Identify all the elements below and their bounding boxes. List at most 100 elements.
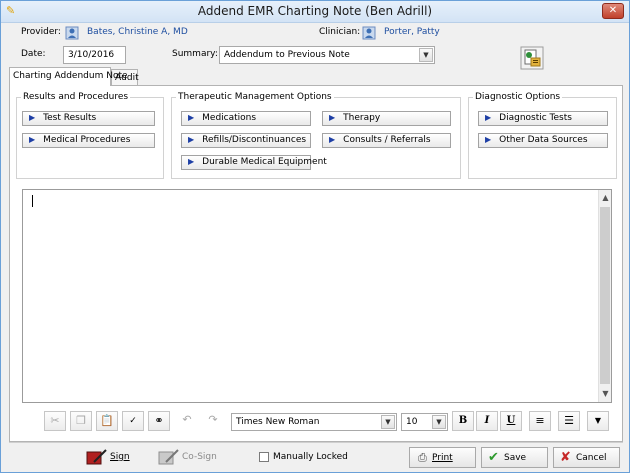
play-icon: ▶ — [188, 157, 195, 166]
find-button[interactable]: ⚭ — [148, 411, 170, 431]
paste-icon: 📋 — [100, 414, 114, 427]
clinician-lookup-icon[interactable] — [362, 25, 376, 40]
title-bar[interactable]: ✎ Addend EMR Charting Note (Ben Adrill) … — [1, 1, 629, 23]
print-label: Print — [432, 453, 453, 463]
test-results-button[interactable]: ▶ Test Results — [22, 111, 155, 126]
copy-button[interactable]: ❐ — [70, 411, 92, 431]
other-data-sources-button[interactable]: ▶ Other Data Sources — [478, 133, 608, 148]
therapy-button[interactable]: ▶ Therapy — [322, 111, 451, 126]
refills-discontinuances-button[interactable]: ▶ Refills/Discontinuances — [181, 133, 311, 148]
window-title: Addend EMR Charting Note (Ben Adrill) — [197, 4, 433, 18]
date-field[interactable]: 3/10/2016 — [63, 46, 126, 64]
more-options-button[interactable]: ▼ — [587, 411, 609, 431]
close-button[interactable]: ✕ — [602, 3, 624, 19]
refills-label: Refills/Discontinuances — [202, 135, 307, 145]
results-group-title: Results and Procedures — [21, 92, 131, 102]
diagnostic-tests-label: Diagnostic Tests — [499, 113, 572, 123]
play-icon: ▶ — [485, 113, 492, 122]
play-icon: ▶ — [188, 113, 195, 122]
sign-button[interactable]: Sign — [86, 447, 150, 468]
diagnostic-tests-button[interactable]: ▶ Diagnostic Tests — [478, 111, 608, 126]
summary-value: Addendum to Previous Note — [224, 50, 350, 60]
editor-vertical-scrollbar[interactable]: ▲ ▼ — [598, 190, 611, 402]
align-button[interactable]: ≡ — [529, 411, 551, 431]
print-button[interactable]: ⎙ Print — [409, 447, 476, 468]
play-icon: ▶ — [188, 135, 195, 144]
spellcheck-button[interactable]: ✓ — [122, 411, 144, 431]
test-results-label: Test Results — [43, 113, 97, 123]
provider-name[interactable]: Bates, Christine A, MD — [87, 27, 188, 37]
sign-label: Sign — [110, 452, 130, 462]
therapy-label: Therapy — [343, 113, 381, 123]
save-button[interactable]: ✔ Save — [481, 447, 548, 468]
redo-icon: ↷ — [208, 413, 218, 426]
text-caret — [32, 195, 33, 207]
play-icon: ▶ — [485, 135, 492, 144]
close-icon: ✕ — [608, 5, 618, 16]
scrollbar-thumb[interactable] — [600, 207, 610, 384]
font-size-select[interactable]: 10 ▼ — [401, 413, 448, 431]
provider-lookup-icon[interactable] — [65, 25, 79, 40]
clinician-label: Clinician: — [319, 27, 361, 37]
underline-button[interactable]: U — [500, 411, 522, 431]
font-size-value: 10 — [406, 417, 418, 427]
provider-label: Provider: — [21, 27, 61, 37]
copy-icon: ❐ — [76, 414, 86, 427]
consults-referrals-button[interactable]: ▶ Consults / Referrals — [322, 133, 451, 148]
cosign-icon — [158, 449, 179, 465]
save-label: Save — [504, 453, 527, 463]
medical-procedures-button[interactable]: ▶ Medical Procedures — [22, 133, 155, 148]
chevron-down-icon[interactable]: ▼ — [381, 415, 395, 429]
chevron-down-icon[interactable]: ▼ — [419, 48, 433, 62]
patient-record-icon[interactable] — [520, 46, 544, 70]
play-icon: ▶ — [29, 135, 36, 144]
scroll-down-icon[interactable]: ▼ — [599, 389, 612, 398]
font-name-select[interactable]: Times New Roman ▼ — [231, 413, 397, 431]
cosign-label: Co-Sign — [182, 452, 217, 462]
medications-label: Medications — [202, 113, 257, 123]
clinician-name[interactable]: Porter, Patty — [384, 27, 440, 37]
other-data-sources-label: Other Data Sources — [499, 135, 588, 145]
spellcheck-icon: ✓ — [129, 416, 137, 426]
cancel-label: Cancel — [576, 453, 607, 463]
dme-label: Durable Medical Equipment — [202, 157, 327, 167]
scroll-up-icon[interactable]: ▲ — [599, 193, 612, 202]
therapeutic-group-title: Therapeutic Management Options — [176, 92, 334, 102]
redo-button[interactable]: ↷ — [202, 411, 224, 431]
cancel-x-icon: ✘ — [560, 450, 571, 465]
tab-charting-addendum-note[interactable]: Charting Addendum Note — [9, 67, 128, 86]
date-label: Date: — [21, 49, 46, 59]
align-left-icon: ≡ — [535, 414, 545, 427]
checkmark-icon: ✔ — [488, 450, 499, 465]
binoculars-icon: ⚭ — [154, 414, 164, 427]
consults-label: Consults / Referrals — [343, 135, 431, 145]
italic-button[interactable]: I — [476, 411, 498, 431]
chevron-down-icon: ▼ — [594, 416, 602, 425]
footer-divider — [9, 442, 623, 443]
printer-icon: ⎙ — [418, 451, 427, 464]
medications-button[interactable]: ▶ Medications — [181, 111, 311, 126]
durable-medical-equipment-button[interactable]: ▶ Durable Medical Equipment — [181, 155, 327, 170]
undo-button[interactable]: ↶ — [176, 411, 198, 431]
medical-procedures-label: Medical Procedures — [43, 135, 131, 145]
manually-locked-checkbox[interactable] — [259, 452, 269, 462]
cosign-button[interactable]: Co-Sign — [158, 447, 228, 468]
note-text-editor[interactable]: ▲ ▼ — [22, 189, 612, 403]
bullet-list-icon: ☰ — [564, 414, 574, 427]
cancel-button[interactable]: ✘ Cancel — [553, 447, 620, 468]
manually-locked-label: Manually Locked — [273, 452, 348, 462]
scissors-icon: ✂ — [50, 414, 60, 427]
play-icon: ▶ — [329, 113, 336, 122]
charting-note-window: ✎ Addend EMR Charting Note (Ben Adrill) … — [0, 0, 630, 473]
paste-button[interactable]: 📋 — [96, 411, 118, 431]
cut-button[interactable]: ✂ — [44, 411, 66, 431]
bold-button[interactable]: B — [452, 411, 474, 431]
summary-select[interactable]: Addendum to Previous Note ▼ — [219, 46, 435, 64]
chevron-down-icon[interactable]: ▼ — [432, 415, 446, 429]
sign-icon — [86, 449, 107, 465]
bullet-list-button[interactable]: ☰ — [558, 411, 580, 431]
summary-label: Summary: — [172, 49, 218, 59]
font-name-value: Times New Roman — [236, 417, 320, 427]
play-icon: ▶ — [29, 113, 36, 122]
play-icon: ▶ — [329, 135, 336, 144]
